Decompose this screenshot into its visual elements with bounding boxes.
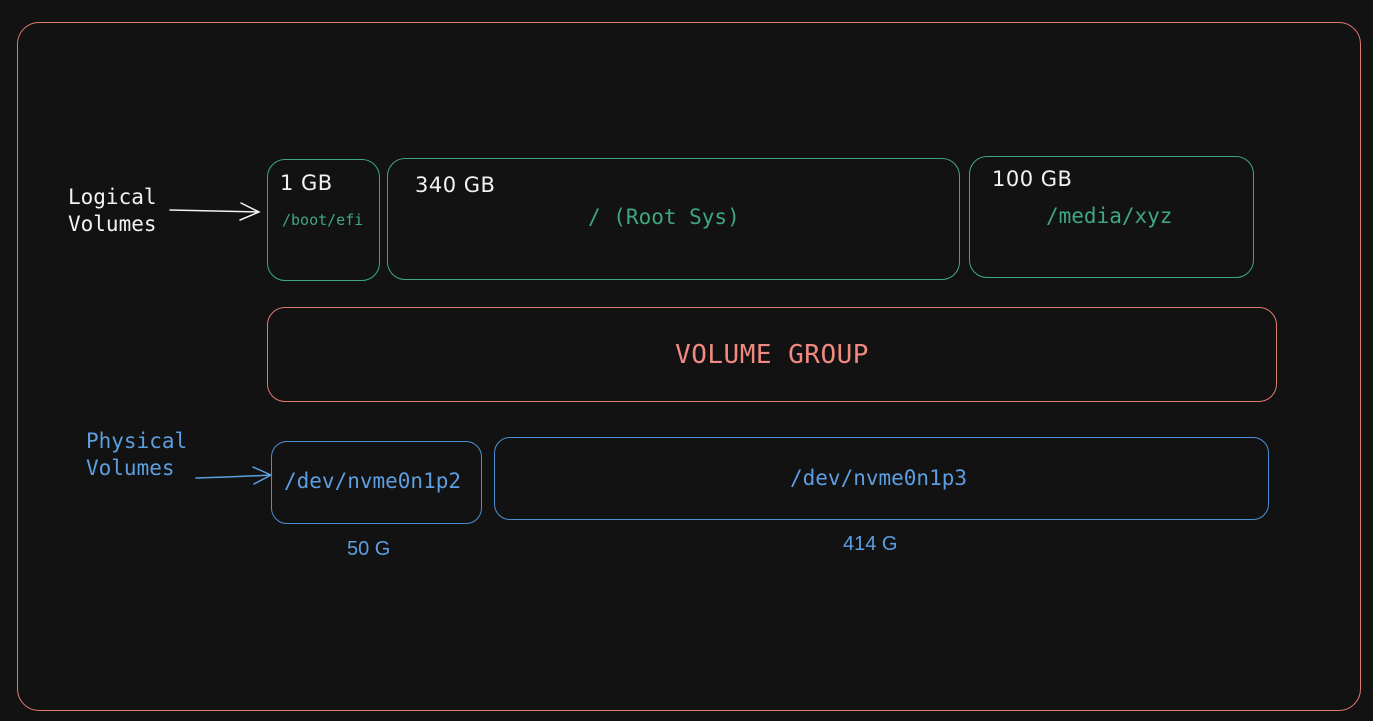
pv-nvme0n1p3-device: /dev/nvme0n1p3: [790, 466, 968, 490]
pv-nvme0n1p3-size: 414 G: [843, 533, 898, 555]
lv-root-mount: / (Root Sys): [588, 205, 740, 229]
lv-media-mount: /media/xyz: [1046, 204, 1173, 228]
pv-nvme0n1p2-device: /dev/nvme0n1p2: [284, 469, 462, 493]
physical-volumes-arrow: [195, 466, 273, 485]
lv-boot-efi-size: 1 GB: [280, 171, 333, 195]
lv-root-size: 340 GB: [415, 173, 496, 197]
pv-nvme0n1p2-size: 50 G: [347, 538, 391, 560]
lv-media-size: 100 GB: [992, 167, 1073, 191]
logical-volumes-arrow: [169, 202, 261, 221]
volume-group-label: VOLUME GROUP: [675, 340, 869, 370]
lv-boot-efi-mount: /boot/efi: [282, 211, 364, 229]
